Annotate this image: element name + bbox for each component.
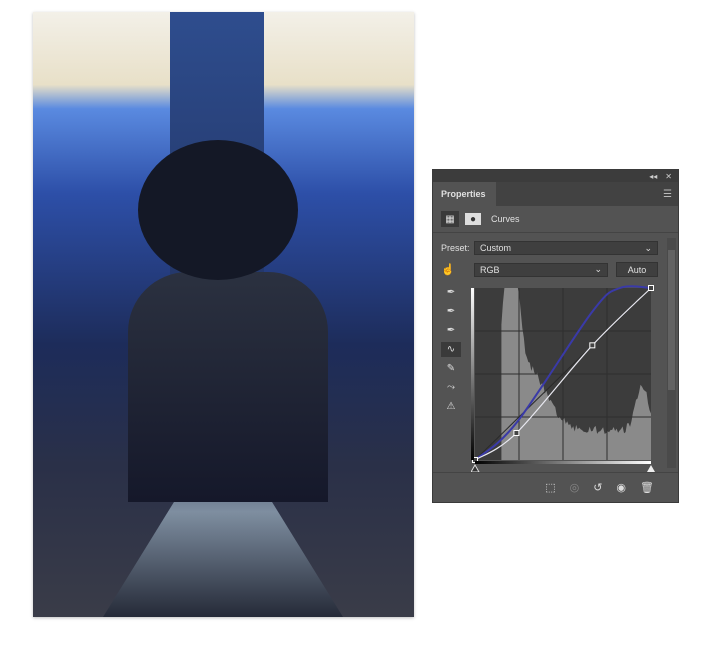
curve-control-point[interactable] (649, 286, 654, 291)
eyedropper-black-icon[interactable]: ✒ (441, 285, 461, 300)
scrollbar-thumb[interactable] (668, 250, 675, 390)
visibility-eye-icon[interactable]: ◉ (616, 481, 626, 494)
preset-dropdown[interactable]: Custom ⌄ (474, 241, 658, 255)
view-previous-icon[interactable]: ◎ (570, 481, 580, 494)
on-image-adjust-icon[interactable]: ☝ (441, 263, 474, 276)
portrait-head (138, 140, 298, 280)
clipping-warning-icon[interactable]: ⚠ (441, 399, 461, 414)
smooth-icon[interactable]: ⤳ (441, 380, 461, 395)
adjustment-title: Curves (491, 214, 520, 224)
canvas-image (33, 12, 414, 617)
chevron-down-icon: ⌄ (594, 264, 602, 275)
curve-control-point[interactable] (590, 343, 595, 348)
portrait-body (128, 272, 328, 502)
scrollbar[interactable] (667, 238, 676, 468)
close-icon[interactable]: ✕ (665, 172, 672, 181)
curve-points-icon[interactable]: ∿ (441, 342, 461, 357)
properties-panel: ◂◂ ✕ Properties ☰ ▦ ● Curves Preset: Cus… (432, 169, 679, 503)
layer-mask-icon[interactable]: ● (465, 213, 481, 225)
curves-graph[interactable] (471, 284, 655, 474)
white-point-slider[interactable] (647, 465, 655, 472)
curve-control-point[interactable] (514, 431, 519, 436)
clip-to-layer-icon[interactable]: ⬚ (545, 481, 555, 494)
preset-label: Preset: (441, 243, 474, 253)
pencil-icon[interactable]: ✎ (441, 361, 461, 376)
reset-icon[interactable]: ↺ (593, 481, 602, 494)
curves-adjustment-icon[interactable]: ▦ (441, 211, 459, 227)
channel-dropdown[interactable]: RGB ⌄ (474, 263, 608, 277)
trash-icon[interactable]: 🗑 (640, 481, 654, 494)
auto-button[interactable]: Auto (616, 262, 658, 277)
chevron-down-icon: ⌄ (644, 243, 652, 254)
output-gradient-bar (471, 288, 474, 460)
black-point-slider[interactable] (471, 465, 479, 472)
input-gradient-bar (475, 461, 651, 464)
eyedropper-white-icon[interactable]: ✒ (441, 323, 461, 338)
eyedropper-gray-icon[interactable]: ✒ (441, 304, 461, 319)
double-chevron-left-icon[interactable]: ◂◂ (649, 172, 657, 181)
tab-properties[interactable]: Properties (433, 182, 496, 206)
hamburger-menu-icon[interactable]: ☰ (663, 189, 672, 200)
